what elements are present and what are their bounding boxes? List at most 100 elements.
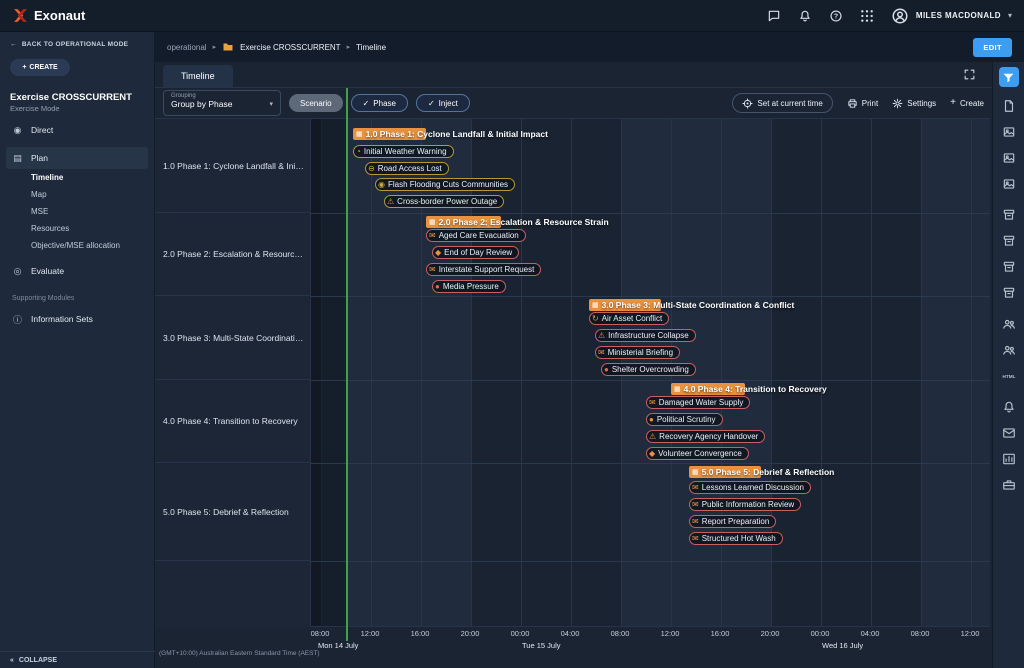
inject-pill[interactable]: ◔ Initial Weather Warning xyxy=(353,145,454,158)
inject-pill[interactable]: ✉ Damaged Water Supply xyxy=(646,396,750,409)
inject-pill[interactable]: ● Media Pressure xyxy=(432,280,506,293)
inject-pill[interactable]: ✉ Public Information Review xyxy=(689,498,801,511)
archive-icon[interactable] xyxy=(1002,286,1016,300)
phase-bar-1[interactable]: ▦ 1.0 Phase 1: Cyclone Landfall & Initia… xyxy=(353,128,426,140)
users-icon[interactable] xyxy=(1002,317,1016,331)
group-row-phase-2[interactable]: 2.0 Phase 2: Escalation & Resource Strai… xyxy=(155,213,310,296)
image-panel-icon[interactable] xyxy=(1002,151,1016,165)
phase-bar-icon: ▦ xyxy=(429,219,436,226)
inject-pill[interactable]: ⚠ Infrastructure Collapse xyxy=(595,329,696,342)
check-icon: ✓ xyxy=(363,99,370,108)
group-row-phase-1[interactable]: 1.0 Phase 1: Cyclone Landfall & Initial … xyxy=(155,119,310,213)
media-icon: ● xyxy=(435,283,440,291)
collapse-sidebar-button[interactable]: « COLLAPSE xyxy=(0,651,155,668)
inject-pill[interactable]: ✉ Aged Care Evacuation xyxy=(426,229,526,242)
inject-pill[interactable]: ✉ Report Preparation xyxy=(689,515,776,528)
help-icon[interactable]: ? xyxy=(829,9,843,23)
phase-bar-2[interactable]: ▦ 2.0 Phase 2: Escalation & Resource Str… xyxy=(426,216,501,228)
inject-pill[interactable]: ⚠ Recovery Agency Handover xyxy=(646,430,765,443)
set-at-current-time-button[interactable]: Set at current time xyxy=(732,93,832,113)
inject-pill[interactable]: ◆ Volunteer Convergence xyxy=(646,447,749,460)
file-icon[interactable] xyxy=(1002,99,1016,113)
logo-x-icon xyxy=(12,7,29,24)
sidebar-item-information-sets[interactable]: ⓘ Information Sets xyxy=(6,308,148,330)
phase-filter-toggle[interactable]: ✓ Phase xyxy=(351,94,408,112)
group-row-phase-3[interactable]: 3.0 Phase 3: Multi-State Coordination & … xyxy=(155,296,310,380)
settings-button[interactable]: Settings xyxy=(892,98,936,109)
notifications-bell-icon[interactable] xyxy=(798,9,812,23)
inject-label: Report Preparation xyxy=(702,517,770,526)
inject-filter-toggle[interactable]: ✓ Inject xyxy=(416,94,470,112)
bell-icon[interactable] xyxy=(1002,400,1016,414)
image-panel-icon[interactable] xyxy=(1002,125,1016,139)
create-button[interactable]: + CREATE xyxy=(10,59,70,76)
mail-icon[interactable] xyxy=(1002,426,1016,440)
phase-bar-4[interactable]: ▦ 4.0 Phase 4: Transition to Recovery xyxy=(671,383,745,395)
inject-pill[interactable]: ● Political Scrutiny xyxy=(646,413,723,426)
inject-pill[interactable]: ✉ Structured Hot Wash xyxy=(689,532,783,545)
app-logo[interactable]: Exonaut xyxy=(12,7,85,24)
review-icon: ◆ xyxy=(649,450,655,458)
apps-grid-icon[interactable] xyxy=(860,9,874,23)
image-panel-icon[interactable] xyxy=(1002,177,1016,191)
group-row-label: 3.0 Phase 3: Multi-State Coordination & … xyxy=(163,333,306,343)
filter-icon xyxy=(1002,71,1015,84)
inject-pill[interactable]: ⚠ Cross-border Power Outage xyxy=(384,195,504,208)
inject-pill[interactable]: ✉ Ministerial Briefing xyxy=(595,346,680,359)
create-timeline-item-button[interactable]: + Create xyxy=(950,98,984,108)
mail-icon: ✉ xyxy=(692,518,699,526)
sidebar-item-timeline[interactable]: Timeline xyxy=(0,169,154,186)
html-icon[interactable]: HTML xyxy=(1002,369,1016,383)
inject-pill[interactable]: ● Shelter Overcrowding xyxy=(601,363,696,376)
tab-timeline[interactable]: Timeline xyxy=(163,65,233,87)
archive-icon[interactable] xyxy=(1002,208,1016,222)
inject-pill[interactable]: ⊖ Road Access Lost xyxy=(365,162,449,175)
sidebar-item-resources[interactable]: Resources xyxy=(0,220,154,237)
print-button[interactable]: Print xyxy=(847,98,878,109)
chat-icon[interactable] xyxy=(767,9,781,23)
inject-pill[interactable]: ✉ Lessons Learned Discussion xyxy=(689,481,811,494)
user-menu[interactable]: MILES MACDONALD ▾ xyxy=(891,7,1012,25)
timezone-note: (GMT+10:00) Australian Eastern Standard … xyxy=(159,650,320,657)
inject-pill[interactable]: ↻ Air Asset Conflict xyxy=(589,312,669,325)
group-row-phase-4[interactable]: 4.0 Phase 4: Transition to Recovery xyxy=(155,380,310,463)
mail-icon: ✉ xyxy=(692,501,699,509)
inject-label: Cross-border Power Outage xyxy=(397,197,497,206)
phase-bar-icon: ▦ xyxy=(592,302,599,309)
inject-pill[interactable]: ✉ Interstate Support Request xyxy=(426,263,541,276)
phase-bar-3[interactable]: ▦ 3.0 Phase 3: Multi-State Coordination … xyxy=(589,299,661,311)
sidebar-item-evaluate[interactable]: ◎ Evaluate xyxy=(6,260,148,282)
phase-bar-5[interactable]: ▦ 5.0 Phase 5: Debrief & Reflection xyxy=(689,466,761,478)
inject-label: Ministerial Briefing xyxy=(608,348,673,357)
row-separator xyxy=(311,296,990,297)
grouping-select[interactable]: Grouping Group by Phase ▾ xyxy=(163,90,281,116)
toolbox-icon[interactable] xyxy=(1002,478,1016,492)
time-tick-label: 20:00 xyxy=(761,629,780,638)
gantt-plot[interactable]: ▦ 1.0 Phase 1: Cyclone Landfall & Initia… xyxy=(310,118,990,627)
exercise-mode-label: Exercise Mode xyxy=(0,104,154,113)
time-tick-label: 08:00 xyxy=(911,629,930,638)
scenario-button[interactable]: Scenario xyxy=(289,94,343,112)
fullscreen-icon[interactable] xyxy=(963,68,976,81)
archive-icon[interactable] xyxy=(1002,234,1016,248)
back-to-operational-mode-link[interactable]: ← BACK TO OPERATIONAL MODE xyxy=(0,32,154,52)
inject-label: End of Day Review xyxy=(444,248,512,257)
breadcrumb-operational[interactable]: operational xyxy=(167,43,207,52)
sidebar-item-mse[interactable]: MSE xyxy=(0,203,154,220)
breadcrumb-exercise[interactable]: Exercise CROSSCURRENT xyxy=(240,43,340,52)
edit-button[interactable]: EDIT xyxy=(973,38,1012,57)
sidebar-item-plan[interactable]: ▤ Plan xyxy=(6,147,148,169)
sidebar-item-objective-mse-allocation[interactable]: Objective/MSE allocation xyxy=(0,237,154,254)
users-icon[interactable] xyxy=(1002,343,1016,357)
phase-label: Phase xyxy=(373,99,396,108)
filter-button[interactable] xyxy=(999,67,1019,87)
inject-pill[interactable]: ◉ Flash Flooding Cuts Communities xyxy=(375,178,515,191)
chart-icon[interactable] xyxy=(1002,452,1016,466)
sidebar-item-direct[interactable]: ◉ Direct xyxy=(6,119,148,141)
inject-pill[interactable]: ◆ End of Day Review xyxy=(432,246,519,259)
sidebar-item-map[interactable]: Map xyxy=(0,186,154,203)
archive-icon[interactable] xyxy=(1002,260,1016,274)
group-row-phase-5[interactable]: 5.0 Phase 5: Debrief & Reflection xyxy=(155,463,310,561)
breadcrumb-timeline[interactable]: Timeline xyxy=(356,43,386,52)
plus-icon: + xyxy=(950,98,956,108)
